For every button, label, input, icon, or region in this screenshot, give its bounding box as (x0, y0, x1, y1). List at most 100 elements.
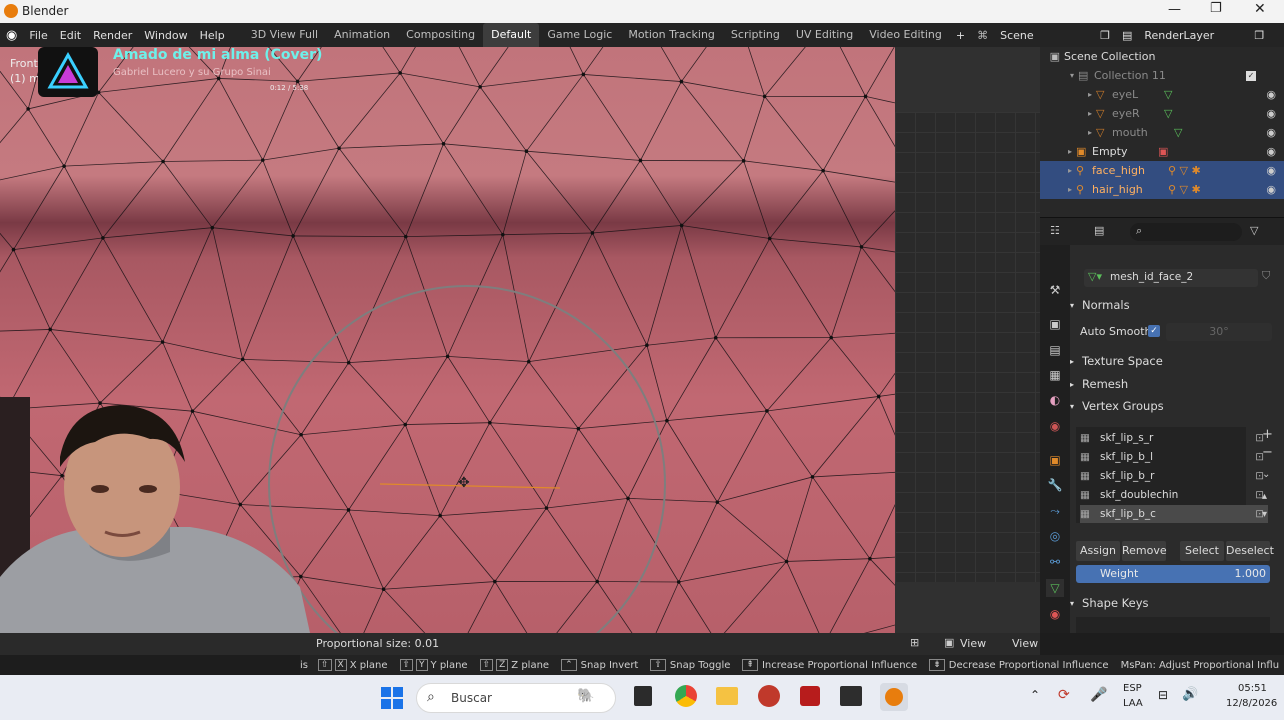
scene-name[interactable]: Scene (994, 29, 1094, 42)
outliner-item-eyer[interactable]: ▸ ▽ eyeR ▽ ◉ (1040, 104, 1284, 123)
visibility-eye-icon[interactable]: ◉ (1266, 126, 1276, 139)
outliner-item-mouth[interactable]: ▸ ▽ mouth ▽ ◉ (1040, 123, 1284, 142)
tab-game-logic[interactable]: Game Logic (539, 23, 620, 47)
outliner-item-empty[interactable]: ▸ ▣ Empty ▣ ◉ (1040, 142, 1284, 161)
view-menu[interactable]: View (960, 637, 986, 650)
editor-type-icon[interactable]: ☷ (1050, 224, 1060, 237)
outliner-item-collection[interactable]: ▾ ▤ Collection 11 ✓ (1040, 66, 1284, 85)
remove-group-icon[interactable]: − (1262, 445, 1273, 460)
clock-time[interactable]: 05:51 (1238, 683, 1267, 694)
deselect-button[interactable]: Deselect (1226, 541, 1274, 561)
menu-edit[interactable]: Edit (54, 29, 87, 42)
menu-file[interactable]: File (23, 29, 53, 42)
view-layer-tab-icon[interactable]: ▦ (1046, 366, 1064, 384)
outliner-item-face-high[interactable]: ▸ ⚲ face_high ⚲ ▽ ✱ ◉ (1040, 161, 1284, 180)
properties-search-input[interactable]: ⌕ (1130, 223, 1242, 241)
view-layer-icon[interactable]: ▤ (1116, 29, 1138, 42)
view-layer-copy-icon[interactable]: ❐ (1248, 29, 1270, 42)
taskbar-search[interactable]: ⌕ Buscar 🐘 (416, 683, 616, 713)
tab-motion-tracking[interactable]: Motion Tracking (620, 23, 723, 47)
terminal-icon[interactable] (840, 686, 862, 706)
filter-icon[interactable]: ▽ (1250, 224, 1258, 237)
visibility-eye-icon[interactable]: ◉ (1266, 107, 1276, 120)
constraints-tab-icon[interactable]: ⚯ (1046, 553, 1064, 571)
tray-chevron-icon[interactable]: ⌃ (1030, 688, 1040, 702)
outliner-item-hair-high[interactable]: ▸ ⚲ hair_high ⚲ ▽ ✱ ◉ (1040, 180, 1284, 199)
move-down-icon[interactable]: ▾ (1262, 509, 1267, 520)
remove-button[interactable]: Remove (1122, 541, 1167, 561)
select-button[interactable]: Select (1180, 541, 1224, 561)
section-texture-space[interactable]: ▸ Texture Space (1070, 351, 1280, 371)
vertex-group-item[interactable]: ▦ skf_doublechin ⊡ (1080, 486, 1268, 504)
output-tab-icon[interactable]: ▤ (1046, 341, 1064, 359)
tab-default[interactable]: Default (483, 23, 540, 47)
world-tab-icon[interactable]: ◉ (1046, 417, 1064, 435)
chrome-icon[interactable] (675, 685, 697, 707)
windows-start-icon[interactable] (381, 687, 403, 709)
physics-tab-icon[interactable]: ◎ (1046, 527, 1064, 545)
mesh-name-field[interactable]: ▽▾ mesh_id_face_2 (1084, 269, 1258, 287)
fake-user-icon[interactable]: ⛉ (1262, 269, 1270, 283)
visibility-eye-icon[interactable]: ◉ (1266, 164, 1276, 177)
add-group-icon[interactable]: + (1262, 427, 1273, 442)
tab-3d-view-full[interactable]: 3D View Full (243, 23, 326, 47)
3d-viewport[interactable]: ✥ Front C (1) m Amado de mi alma (Cover)… (0, 47, 895, 633)
tab-scripting[interactable]: Scripting (723, 23, 788, 47)
view-menu-2[interactable]: View (1012, 637, 1038, 650)
mesh-data-tab-icon[interactable]: ▽ (1046, 579, 1064, 597)
menu-help[interactable]: Help (194, 29, 231, 42)
maximize-icon[interactable]: ❐ (1210, 1, 1222, 16)
outliner-root[interactable]: ▣ Scene Collection (1040, 47, 1284, 66)
pdf-reader-icon[interactable] (800, 686, 820, 706)
tray-sync-icon[interactable]: ⟳ (1058, 687, 1070, 703)
tab-animation[interactable]: Animation (326, 23, 398, 47)
tab-compositing[interactable]: Compositing (398, 23, 483, 47)
task-view-icon[interactable] (634, 686, 652, 706)
visibility-eye-icon[interactable]: ◉ (1266, 145, 1276, 158)
section-remesh[interactable]: ▸ Remesh (1070, 374, 1280, 394)
auto-smooth-checkbox[interactable]: ✓ (1148, 325, 1160, 337)
file-explorer-icon[interactable] (716, 687, 738, 705)
display-mode-icon[interactable]: ▤ (1094, 224, 1104, 237)
view-layer-name[interactable]: RenderLayer (1138, 29, 1248, 42)
language-code[interactable]: ESP (1123, 683, 1142, 694)
scene-tab-icon[interactable]: ◐ (1046, 391, 1064, 409)
app-icon-red[interactable] (758, 685, 780, 707)
editor-type-icon[interactable]: ⊞ (910, 636, 919, 649)
object-tab-icon[interactable]: ▣ (1046, 451, 1064, 469)
tab-uv-editing[interactable]: UV Editing (788, 23, 861, 47)
clock-date[interactable]: 12/8/2026 (1226, 698, 1277, 709)
vertex-group-item[interactable]: ▦ skf_lip_s_r ⊡ (1080, 429, 1268, 447)
secondary-editor-area[interactable] (895, 47, 1040, 633)
weight-slider[interactable]: Weight 1.000 (1076, 565, 1270, 583)
vertex-group-item-active[interactable]: ▦ skf_lip_b_c ⊡ (1080, 505, 1268, 523)
close-icon[interactable]: ✕ (1254, 1, 1266, 17)
section-shape-keys[interactable]: ▾ Shape Keys (1070, 593, 1280, 613)
image-icon[interactable]: ▣ (944, 636, 954, 649)
tab-video-editing[interactable]: Video Editing (861, 23, 950, 47)
tool-tab-icon[interactable]: ⚒ (1046, 281, 1064, 299)
minimize-icon[interactable]: — (1168, 2, 1181, 17)
menu-window[interactable]: Window (138, 29, 193, 42)
move-up-icon[interactable]: ▴ (1262, 491, 1267, 502)
render-tab-icon[interactable]: ▣ (1046, 315, 1064, 333)
add-workspace-icon[interactable]: + (950, 29, 971, 42)
vertex-group-item[interactable]: ▦ skf_lip_b_l ⊡ (1080, 448, 1268, 466)
visibility-eye-icon[interactable]: ◉ (1266, 88, 1276, 101)
visibility-eye-icon[interactable]: ◉ (1266, 183, 1276, 196)
scene-copy-icon[interactable]: ❐ (1094, 29, 1116, 42)
modifier-tab-icon[interactable]: 🔧 (1046, 476, 1064, 494)
network-icon[interactable]: ⊟ (1158, 688, 1168, 702)
particles-tab-icon[interactable]: ⤳ (1046, 502, 1064, 520)
auto-smooth-angle[interactable]: 30° (1166, 323, 1272, 341)
scene-selector-icon[interactable]: ⌘ (971, 29, 994, 42)
volume-icon[interactable]: 🔊 (1182, 687, 1198, 702)
checkbox-icon[interactable]: ✓ (1246, 70, 1256, 81)
blender-taskbar-icon[interactable] (880, 683, 908, 711)
material-tab-icon[interactable]: ◉ (1046, 605, 1064, 623)
section-normals[interactable]: ▾ Normals (1070, 295, 1280, 315)
blender-menu-icon[interactable]: ◉ (0, 28, 23, 43)
assign-button[interactable]: Assign (1076, 541, 1120, 561)
microphone-icon[interactable]: 🎤 (1090, 687, 1107, 703)
section-vertex-groups[interactable]: ▾ Vertex Groups (1070, 396, 1280, 416)
